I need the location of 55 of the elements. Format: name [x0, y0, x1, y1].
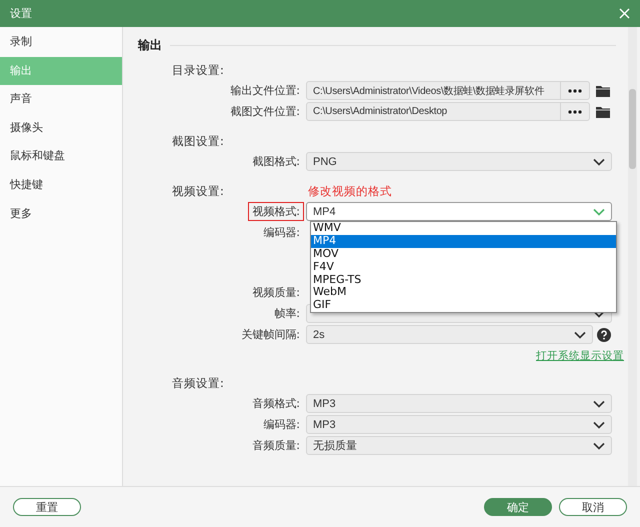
field-label: 输出文件位置:: [229, 83, 301, 98]
sidebar-item[interactable]: 摄像头: [0, 114, 122, 142]
dropdown[interactable]: PNG: [306, 152, 612, 171]
field-label: 截图文件位置:: [229, 104, 301, 119]
section-heading: 输出: [138, 37, 162, 54]
sidebar-item[interactable]: 更多: [0, 200, 122, 228]
chevron-icon: [593, 158, 605, 166]
sidebar-item[interactable]: 快捷键: [0, 170, 122, 200]
group-title: 视频设置:: [172, 184, 224, 198]
window-title: 设置: [10, 6, 32, 21]
cancel-button[interactable]: 取消: [559, 498, 627, 516]
field-label: 帧率:: [273, 306, 301, 321]
field-label: 编码器:: [262, 225, 301, 240]
close-icon[interactable]: [619, 8, 630, 19]
chevron-icon: [593, 208, 605, 216]
field-label: 音频质量:: [251, 438, 301, 453]
dropdown-option[interactable]: MPEG-TS: [311, 274, 616, 286]
reset-button[interactable]: 重置: [13, 498, 81, 516]
sidebar-item[interactable]: 录制: [0, 28, 122, 57]
group-title: 目录设置:: [172, 62, 224, 78]
sidebar-item[interactable]: 声音: [0, 85, 122, 114]
folder-icon[interactable]: [596, 84, 610, 96]
chevron-icon: [593, 420, 605, 428]
sidebar-item[interactable]: 鼠标和键盘: [0, 142, 122, 171]
field-label: 音频格式:: [251, 396, 301, 411]
path-field[interactable]: C:\Users\Administrator\Videos\数据蛙\数据蛙录屏软件: [306, 81, 590, 100]
dropdown[interactable]: 无损质量: [306, 436, 612, 455]
annotation-text: 修改视频的格式: [308, 184, 392, 198]
scrollbar[interactable]: [628, 27, 637, 486]
dropdown-option[interactable]: MP4: [311, 234, 616, 248]
field-label: 截图格式:: [251, 154, 301, 169]
chevron-icon: [574, 330, 586, 338]
dropdown-option[interactable]: WMV: [311, 222, 616, 235]
field-label: 编码器:: [262, 417, 301, 432]
dropdown[interactable]: 2s: [306, 325, 593, 344]
group-title: 音频设置:: [172, 376, 224, 390]
dropdown-option[interactable]: MOV: [311, 248, 616, 261]
field-label: 视频格式:: [250, 204, 302, 219]
dropdown-option[interactable]: F4V: [311, 260, 616, 274]
dropdown[interactable]: MP3: [306, 415, 612, 434]
chevron-icon: [593, 442, 605, 450]
folder-icon[interactable]: [596, 106, 610, 118]
dropdown[interactable]: MP3: [306, 394, 612, 413]
more-icon[interactable]: [568, 88, 582, 92]
dropdown-option[interactable]: GIF: [311, 299, 616, 312]
dropdown-option[interactable]: WebM: [311, 286, 616, 300]
dropdown[interactable]: MP4: [306, 202, 612, 221]
field-label: 视频质量:: [251, 285, 301, 300]
group-title: 截图设置:: [172, 134, 224, 148]
more-icon[interactable]: [568, 110, 582, 114]
ok-button[interactable]: 确定: [484, 498, 552, 516]
help-icon[interactable]: [597, 328, 611, 342]
chevron-icon: [593, 400, 605, 408]
field-label: 关键帧间隔:: [240, 327, 301, 342]
path-field[interactable]: C:\Users\Administrator\Desktop: [306, 102, 590, 121]
